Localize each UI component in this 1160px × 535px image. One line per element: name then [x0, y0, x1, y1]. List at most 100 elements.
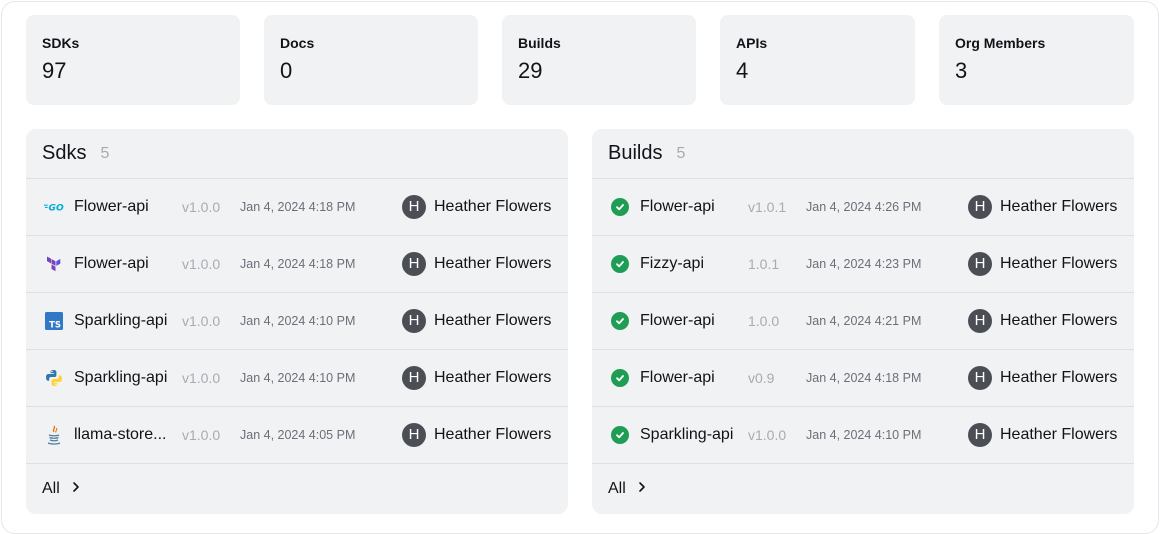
java-icon	[44, 425, 64, 445]
stat-label: SDKs	[42, 35, 80, 51]
user-name: Heather Flowers	[434, 369, 552, 386]
stat-value: 0	[280, 58, 293, 83]
success-check-icon	[610, 311, 630, 331]
stat-value: 97	[42, 58, 67, 83]
build-version: 1.0.0	[748, 313, 780, 329]
stat-card-org-members[interactable]: Org Members 3	[939, 15, 1134, 105]
build-name[interactable]: Flower-api	[640, 369, 746, 387]
sdk-name[interactable]: Flower-api	[74, 255, 180, 273]
user-name: Heather Flowers	[1000, 198, 1118, 215]
build-name[interactable]: Flower-api	[640, 312, 746, 330]
panel-footer: All	[592, 464, 1134, 514]
avatar: H	[968, 195, 992, 219]
terraform-icon	[44, 254, 64, 274]
avatar: H	[402, 252, 426, 276]
build-date: Jan 4, 2024 4:21 PM	[806, 314, 922, 328]
avatar: H	[968, 309, 992, 333]
panel-header: Builds 5	[592, 129, 1134, 179]
sdk-row[interactable]: Sparkling-api v1.0.0 Jan 4, 2024 4:10 PM…	[26, 350, 568, 407]
avatar: H	[402, 366, 426, 390]
sdk-version: v1.0.0	[182, 199, 221, 215]
build-version: v1.0.0	[748, 427, 787, 443]
sdk-name[interactable]: Sparkling-api	[74, 312, 180, 330]
panel-header: Sdks 5	[26, 129, 568, 179]
success-check-icon	[610, 197, 630, 217]
user-name: Heather Flowers	[434, 312, 552, 329]
build-row[interactable]: Fizzy-api 1.0.1 Jan 4, 2024 4:23 PM H He…	[592, 236, 1134, 293]
view-all-label: All	[42, 480, 60, 497]
sdk-row[interactable]: llama-store... v1.0.0 Jan 4, 2024 4:05 P…	[26, 407, 568, 464]
build-row[interactable]: Flower-api 1.0.0 Jan 4, 2024 4:21 PM H H…	[592, 293, 1134, 350]
builds-panel: Builds 5 Flower-api v1.0.1 Jan 4, 2024 4…	[592, 129, 1134, 514]
stat-card-docs[interactable]: Docs 0	[264, 15, 478, 105]
stat-card-apis[interactable]: APIs 4	[720, 15, 915, 105]
sdk-version: v1.0.0	[182, 313, 221, 329]
typescript-icon: TS	[44, 311, 64, 331]
sdk-date: Jan 4, 2024 4:10 PM	[240, 371, 356, 385]
user-name: Heather Flowers	[1000, 426, 1118, 443]
build-date: Jan 4, 2024 4:23 PM	[806, 257, 922, 271]
sdk-date: Jan 4, 2024 4:18 PM	[240, 257, 356, 271]
panel-count: 5	[100, 144, 110, 162]
avatar: H	[968, 252, 992, 276]
build-name[interactable]: Flower-api	[640, 198, 746, 216]
stat-label: Builds	[518, 35, 561, 51]
sdk-row[interactable]: GO Flower-api v1.0.0 Jan 4, 2024 4:18 PM…	[26, 179, 568, 236]
avatar: H	[402, 423, 426, 447]
user-name: Heather Flowers	[1000, 312, 1118, 329]
stat-label: Docs	[280, 35, 315, 51]
user-name: Heather Flowers	[434, 426, 552, 443]
chevron-right-icon	[638, 480, 646, 498]
build-name[interactable]: Sparkling-api	[640, 426, 746, 444]
go-icon-text: GO	[49, 204, 64, 213]
panel-title: Sdks	[42, 142, 87, 164]
sdks-panel: Sdks 5 GO Flower-api v1.0.0 Jan 4, 2024 …	[26, 129, 568, 514]
build-row[interactable]: Flower-api v1.0.1 Jan 4, 2024 4:26 PM H …	[592, 179, 1134, 236]
stat-card-builds[interactable]: Builds 29	[502, 15, 696, 105]
view-all-sdks-link[interactable]: All	[42, 480, 80, 498]
build-version: v1.0.1	[748, 199, 787, 215]
avatar: H	[968, 423, 992, 447]
chevron-right-icon	[72, 480, 80, 498]
sdk-row[interactable]: Flower-api v1.0.0 Jan 4, 2024 4:18 PM H …	[26, 236, 568, 293]
sdk-row[interactable]: TS Sparkling-api v1.0.0 Jan 4, 2024 4:10…	[26, 293, 568, 350]
sdk-version: v1.0.0	[182, 427, 221, 443]
user-name: Heather Flowers	[1000, 369, 1118, 386]
build-row[interactable]: Sparkling-api v1.0.0 Jan 4, 2024 4:10 PM…	[592, 407, 1134, 464]
panel-footer: All	[26, 464, 568, 514]
python-icon	[44, 368, 64, 388]
build-date: Jan 4, 2024 4:10 PM	[806, 428, 922, 442]
sdk-date: Jan 4, 2024 4:05 PM	[240, 428, 356, 442]
stat-label: APIs	[736, 35, 768, 51]
stat-label: Org Members	[955, 35, 1046, 51]
build-name[interactable]: Fizzy-api	[640, 255, 746, 273]
sdk-name[interactable]: Flower-api	[74, 198, 180, 216]
sdk-version: v1.0.0	[182, 256, 221, 272]
panel-title: Builds	[608, 142, 663, 164]
sdk-version: v1.0.0	[182, 370, 221, 386]
build-version: v0.9	[748, 370, 775, 386]
stat-card-sdks[interactable]: SDKs 97	[26, 15, 240, 105]
user-name: Heather Flowers	[434, 198, 552, 215]
avatar: H	[402, 309, 426, 333]
sdk-date: Jan 4, 2024 4:10 PM	[240, 314, 356, 328]
stat-value: 4	[736, 58, 749, 83]
success-check-icon	[610, 254, 630, 274]
go-icon: GO	[44, 197, 64, 217]
sdk-name[interactable]: Sparkling-api	[74, 369, 180, 387]
panel-count: 5	[676, 144, 686, 162]
success-check-icon	[610, 368, 630, 388]
avatar: H	[968, 366, 992, 390]
view-all-label: All	[608, 480, 626, 497]
build-row[interactable]: Flower-api v0.9 Jan 4, 2024 4:18 PM H He…	[592, 350, 1134, 407]
sdk-name[interactable]: llama-store...	[74, 426, 180, 444]
build-version: 1.0.1	[748, 256, 780, 272]
user-name: Heather Flowers	[1000, 255, 1118, 272]
build-date: Jan 4, 2024 4:26 PM	[806, 200, 922, 214]
stat-value: 3	[955, 58, 968, 83]
typescript-icon-text: TS	[49, 321, 61, 331]
sdk-date: Jan 4, 2024 4:18 PM	[240, 200, 356, 214]
stat-value: 29	[518, 58, 543, 83]
success-check-icon	[610, 425, 630, 445]
view-all-builds-link[interactable]: All	[608, 480, 646, 498]
